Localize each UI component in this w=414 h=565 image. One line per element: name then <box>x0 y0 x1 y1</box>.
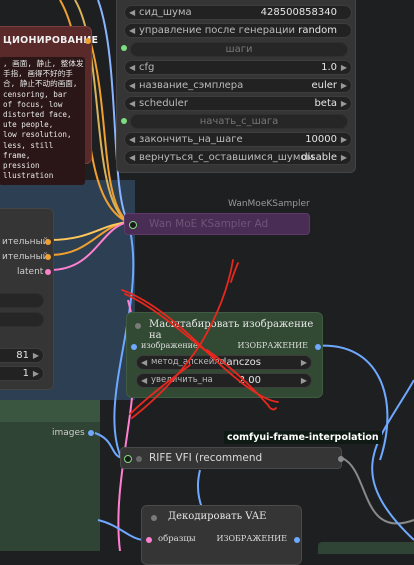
red-scribble-annotation <box>121 259 279 419</box>
